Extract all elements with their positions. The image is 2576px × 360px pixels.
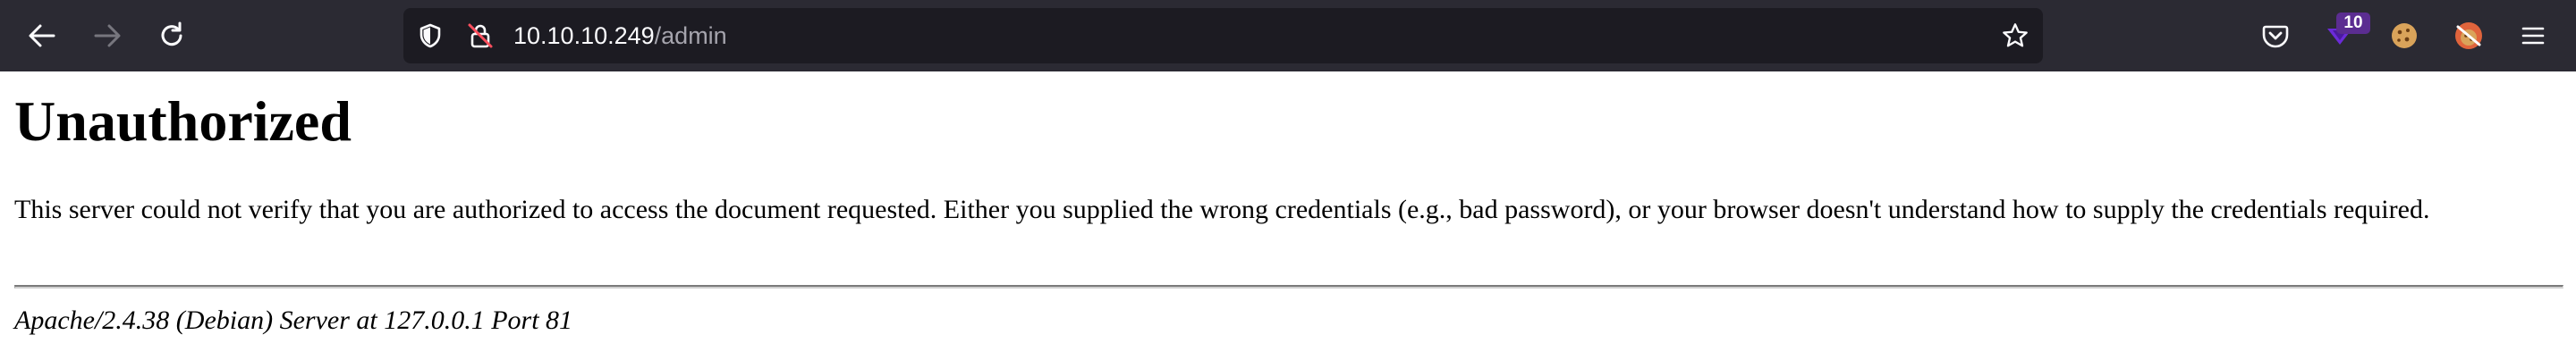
arrow-right-icon xyxy=(94,24,121,47)
menu-button[interactable] xyxy=(2513,16,2553,55)
reload-icon xyxy=(161,21,182,46)
insecure-lock-icon[interactable] xyxy=(466,21,495,50)
extension-badge: 10 xyxy=(2336,13,2370,34)
address-bar[interactable]: 10.10.10.249/admin xyxy=(403,8,2043,63)
url-path: /admin xyxy=(654,22,727,49)
shield-icon[interactable] xyxy=(416,21,445,50)
star-icon[interactable] xyxy=(2001,21,2029,50)
pocket-button[interactable] xyxy=(2256,16,2295,55)
url-text[interactable]: 10.10.10.249/admin xyxy=(513,20,727,52)
hamburger-menu-icon xyxy=(2521,27,2545,45)
pocket-icon xyxy=(2262,25,2289,48)
cookie-icon xyxy=(2392,23,2417,48)
page-title: Unauthorized xyxy=(14,89,352,153)
back-button[interactable] xyxy=(24,18,60,54)
error-message: This server could not verify that you ar… xyxy=(14,195,2430,224)
blocked-cookie-icon xyxy=(2455,22,2482,49)
reload-button[interactable] xyxy=(154,18,190,54)
forward-button[interactable] xyxy=(89,18,125,54)
url-host: 10.10.10.249 xyxy=(513,22,655,49)
extension-2-button[interactable] xyxy=(2385,16,2424,55)
browser-toolbar: 10.10.10.249/admin 10 xyxy=(0,0,2576,71)
arrow-left-icon xyxy=(29,24,55,47)
extension-3-button[interactable] xyxy=(2449,16,2488,55)
server-signature: Apache/2.4.38 (Debian) Server at 127.0.0… xyxy=(14,306,573,335)
divider xyxy=(14,285,2563,289)
